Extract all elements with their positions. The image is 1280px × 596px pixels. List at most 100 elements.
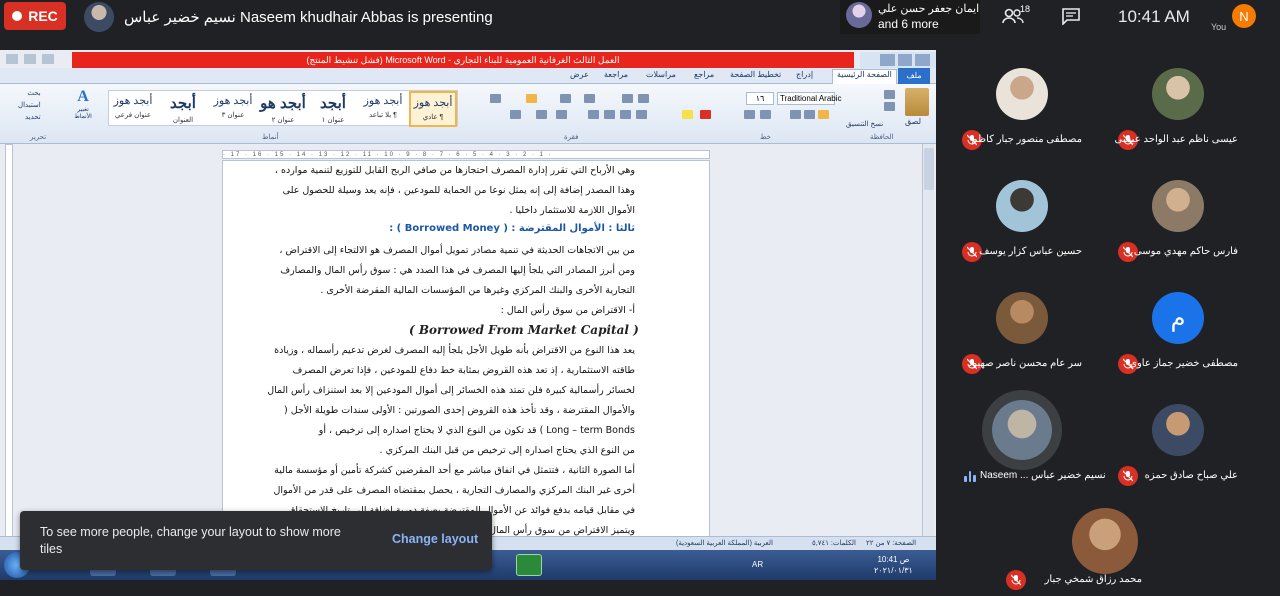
participant-name: محمد رزاق شمخي جبار [1044,574,1142,585]
align-right-icon[interactable] [636,110,647,119]
participant-name: عيسى ناظم عبد الواحد عيسى [1114,134,1238,145]
participant-tile[interactable]: فارس حاكم مهدي موسى [1110,174,1246,286]
participant-avatar [1152,404,1204,456]
scrollbar-thumb[interactable] [924,148,934,190]
undo-icon[interactable] [915,54,931,66]
participant-tile[interactable]: مصطفى منصور جبار كاظم [954,62,1090,174]
ribbon-tabs: ملف الصفحة الرئيسية إدراج تخطيط الصفحة م… [0,68,936,84]
select-button[interactable]: تحديد [18,112,41,124]
shading-icon[interactable] [536,110,547,119]
save-icon[interactable] [897,54,913,66]
ribbon: لصق نسخ التنسيق Traditional Arabic ١٦ أب… [0,84,936,144]
taskbar-clock[interactable]: 10:41 ص ٢٠٢١/٠١/٣١ [874,554,913,576]
doc-line: وهذا المصدر إضافة إلى إنه يمثل نوعا من ا… [282,185,635,196]
change-styles-button[interactable]: A تغيير الأنماط [70,88,96,126]
style-name: ¶ بلا تباعد [369,112,397,119]
tab-home[interactable]: الصفحة الرئيسية [832,69,897,84]
superscript-icon[interactable] [744,110,755,119]
paste-icon[interactable] [905,88,929,116]
copy-icon[interactable] [884,102,895,111]
change-layout-button[interactable]: Change layout [392,532,478,546]
font-size-select[interactable]: ١٦ [746,92,774,105]
align-left-icon[interactable] [604,110,615,119]
taskbar-time: 10:41 ص [877,555,910,564]
window-controls [6,54,54,64]
style-heading-1[interactable]: أبجد عنوان ١ [309,91,357,127]
paste-label: لصق [905,117,922,126]
style-name: ¶ عادي [422,114,444,121]
minimize-icon[interactable] [42,54,54,64]
tab-mailings[interactable]: مراسلات [646,70,676,79]
style-name: عنوان ١ [321,117,345,124]
status-words[interactable]: الكلمات: ٥,٧٤١ [812,539,856,547]
participant-tile[interactable]: حسين عباس كزار يوسف [954,174,1090,286]
decrease-indent-icon[interactable] [560,94,571,103]
chip-avatar [846,2,872,28]
record-dot-icon [12,11,23,21]
excel-taskbar-icon[interactable] [516,554,542,576]
numbering-icon[interactable] [622,94,633,103]
italic-icon[interactable] [804,110,815,119]
participant-tile[interactable]: سر عام محسن ناصر صهيود [954,286,1090,398]
style-heading-2[interactable]: أبجد هو عنوان ٢ [259,91,307,127]
participant-tile[interactable]: محمد رزاق شمخي جبار [996,486,1218,596]
close-icon[interactable] [6,54,18,64]
font-color-icon[interactable] [700,110,711,119]
tab-review[interactable]: مراجعة [604,70,628,79]
doc-heading: ثالثا : الأموال المقترضة : ( Borrowed Mo… [389,223,635,234]
style-heading-3[interactable]: أبجد هوز عنوان ٣ [209,91,257,127]
maximize-icon[interactable] [24,54,36,64]
recent-participants-chip[interactable]: ايمان جعفر حسن علي and 6 more [840,0,980,34]
tab-file[interactable]: ملف [898,68,930,84]
highlight-icon[interactable] [682,110,693,119]
status-page[interactable]: الصفحة: ٧ من ٢٢ [866,539,916,547]
find-button[interactable]: بحث [18,88,40,100]
replace-button[interactable]: استبدال [18,100,41,112]
clock: 10:41 AM [1118,7,1190,26]
doc-line: طاقته الاستثمارية ، إذ تعد هذه القروض بم… [292,365,635,376]
bold-icon[interactable] [818,110,829,119]
font-name-select[interactable]: Traditional Arabic [777,92,842,105]
self-avatar[interactable]: N [1232,4,1256,28]
format-painter-label[interactable]: نسخ التنسيق [846,120,883,128]
chat-button[interactable] [1058,5,1084,27]
tab-page-layout[interactable]: تخطيط الصفحة [730,70,781,79]
justify-icon[interactable] [588,110,599,119]
tab-references[interactable]: مراجع [694,70,714,79]
participant-tile[interactable]: م مصطفى خضير جماز عاوي [1110,286,1246,398]
group-label-clipboard: الحافظة [870,134,894,141]
self-label: You [1211,22,1227,32]
vertical-ruler[interactable] [5,144,13,580]
style-subtitle[interactable]: أبجد هوز عنوان فرعي [109,91,157,127]
editing-group: بحث استبدال تحديد [18,88,41,124]
underline-icon[interactable] [790,110,801,119]
participant-name: مصطفى منصور جبار كاظم [971,134,1083,145]
style-name: عنوان ٢ [271,117,295,124]
group-label-editing: تحرير [30,134,47,141]
doc-line: التجارية الأخرى والبنك المركزي وغيرها من… [320,285,635,296]
participant-name: علي صباح صادق حمزه [1144,470,1238,481]
cut-icon[interactable] [884,90,895,99]
style-title[interactable]: أبجد العنوان [159,91,207,127]
line-spacing-icon[interactable] [556,110,567,119]
participant-avatar [992,400,1052,460]
horizontal-ruler[interactable]: · 17 · 16 · 15 · 14 · 13 · 12 · 11 · 10 … [222,150,710,159]
align-center-icon[interactable] [620,110,631,119]
input-language[interactable]: AR [752,560,763,569]
style-no-spacing[interactable]: أبجد هوز ¶ بلا تباعد [359,91,407,127]
show-marks-icon[interactable] [490,94,501,103]
increase-indent-icon[interactable] [584,94,595,103]
borders-icon[interactable] [510,110,521,119]
style-normal[interactable]: أبجد هوز ¶ عادي [409,91,457,127]
vertical-scrollbar[interactable] [922,144,934,552]
participant-tile[interactable]: عيسى ناظم عبد الواحد عيسى [1110,62,1246,174]
bullets-icon[interactable] [638,94,649,103]
tab-insert[interactable]: إدراج [796,70,813,79]
doc-line: من النوع الذي يحتاج اصداره إلى ترخيص من … [379,445,635,456]
rtl-direction-icon[interactable] [526,94,537,103]
tab-view[interactable]: عرض [570,70,589,79]
style-name: عنوان فرعي [114,112,152,119]
subscript-icon[interactable] [760,110,771,119]
status-language[interactable]: العربية (المملكة العربية السعودية) [676,539,773,547]
presenter-status: نسيم خضير عباس Naseem khudhair Abbas is … [124,9,493,26]
